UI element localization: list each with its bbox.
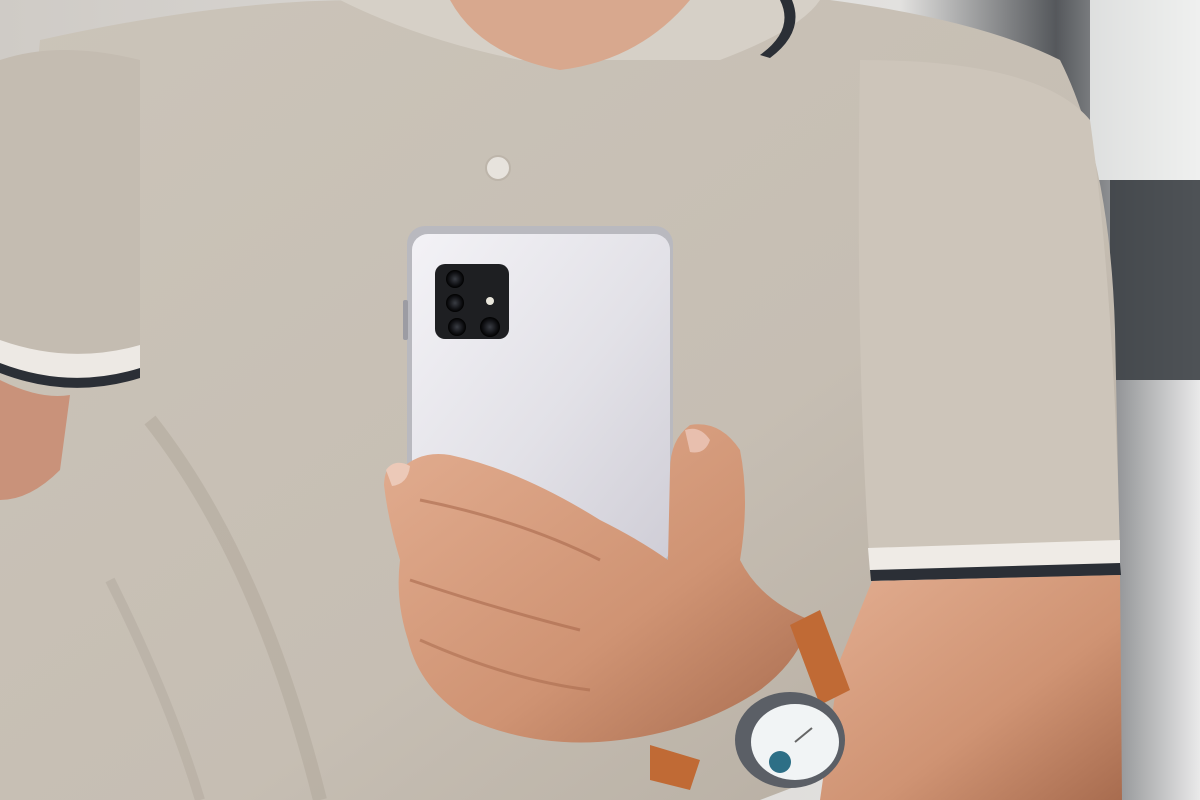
photo-scene <box>0 0 1200 800</box>
watch-dial-accent <box>769 751 791 773</box>
camera-lens-icon <box>446 294 464 312</box>
camera-module <box>435 264 509 339</box>
camera-lens-icon <box>480 317 500 337</box>
left-sleeve <box>0 50 140 370</box>
background-window-right <box>1090 0 1200 180</box>
shirt-button <box>485 155 511 181</box>
camera-lens-icon <box>448 318 466 336</box>
photo-illustration <box>0 0 1200 800</box>
background-dark-object <box>1110 180 1200 380</box>
flash-icon <box>486 297 494 305</box>
camera-lens-icon <box>446 270 464 288</box>
phone-side-button <box>403 300 408 340</box>
right-sleeve <box>858 60 1120 568</box>
right-arm <box>820 575 1122 800</box>
